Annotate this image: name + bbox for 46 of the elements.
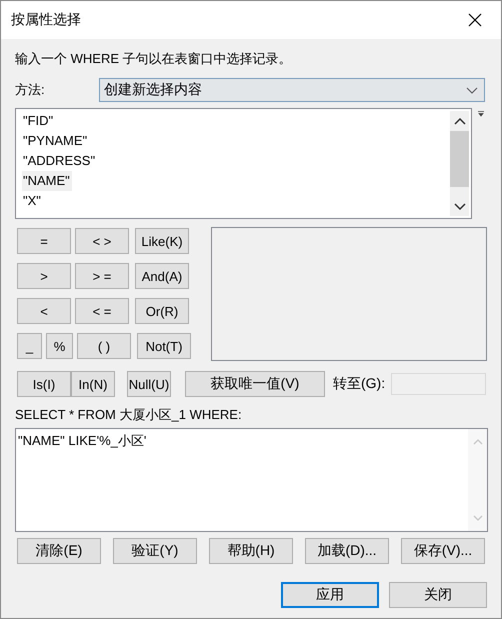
operator-button[interactable]: Like(K) — [135, 228, 189, 254]
operator-button[interactable]: < — [17, 298, 71, 324]
operator-button[interactable]: < > — [75, 228, 129, 254]
method-dropdown[interactable]: 创建新选择内容 — [99, 78, 485, 102]
field-item[interactable]: "PYNAME" — [22, 131, 90, 151]
operator-button[interactable]: Null(U) — [127, 371, 171, 397]
dialog-button[interactable]: 关闭 — [389, 582, 487, 608]
action-button[interactable]: 帮助(H) — [209, 538, 293, 564]
close-icon — [468, 13, 482, 27]
scrollbar-thumb[interactable] — [450, 131, 469, 187]
dialog-button[interactable]: 应用 — [281, 582, 379, 608]
method-label: 方法: — [15, 81, 46, 99]
scrollbar[interactable] — [450, 111, 469, 216]
query-label: SELECT * FROM 大厦小区_1 WHERE: — [15, 406, 243, 424]
chevron-down-icon — [466, 86, 478, 94]
operator-button[interactable]: Is(I) — [17, 371, 71, 397]
get-unique-values-button[interactable]: 获取唯一值(V) — [185, 371, 325, 397]
action-button[interactable]: 清除(E) — [17, 538, 101, 564]
operator-button[interactable]: ( ) — [77, 333, 131, 359]
goto-field[interactable] — [391, 373, 486, 395]
goto-label: 转至(G): — [333, 375, 386, 393]
operator-button[interactable]: _ — [17, 333, 42, 359]
action-button[interactable]: 加载(D)... — [305, 538, 389, 564]
operator-button[interactable]: And(A) — [135, 263, 189, 289]
operator-button[interactable]: Or(R) — [135, 298, 189, 324]
operator-button[interactable]: < = — [75, 298, 129, 324]
dropdown-marker-icon — [478, 111, 484, 117]
action-button[interactable]: 保存(V)... — [401, 538, 485, 564]
chevron-up-icon — [472, 439, 482, 445]
operator-button[interactable]: % — [46, 333, 73, 359]
operator-button[interactable]: = — [17, 228, 71, 254]
field-item[interactable]: "FID" — [22, 111, 56, 131]
operator-button[interactable]: In(N) — [71, 371, 115, 397]
field-item[interactable]: "ADDRESS" — [22, 151, 98, 171]
field-item[interactable]: "NAME" — [22, 171, 72, 191]
chevron-down-icon — [472, 515, 482, 521]
action-button[interactable]: 验证(Y) — [113, 538, 197, 564]
instruction-text: 输入一个 WHERE 子句以在表窗口中选择记录。 — [15, 50, 293, 68]
chevron-up-icon — [454, 118, 466, 125]
chevron-down-icon — [454, 203, 466, 210]
window-title: 按属性选择 — [11, 11, 81, 29]
operator-button[interactable]: > = — [75, 263, 129, 289]
operator-button[interactable]: > — [17, 263, 71, 289]
field-item[interactable]: "X" — [22, 191, 43, 211]
expression-field[interactable]: "NAME" LIKE'%_小区' — [15, 428, 488, 532]
operator-button[interactable]: Not(T) — [137, 333, 191, 359]
